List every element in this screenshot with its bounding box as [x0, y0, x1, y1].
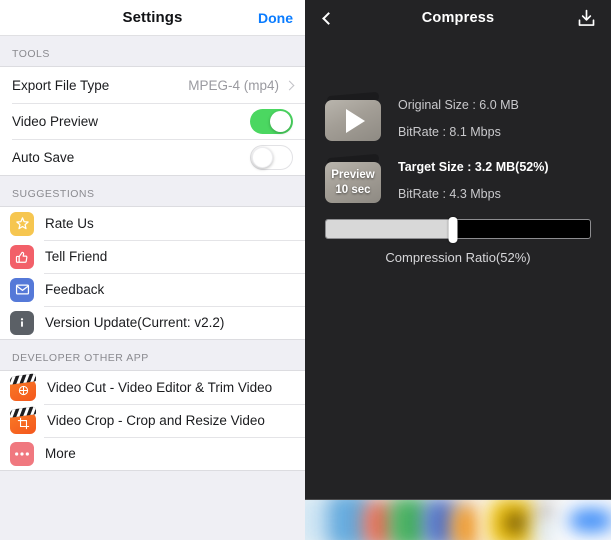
download-icon[interactable]: [575, 7, 597, 29]
row-rate-us[interactable]: Rate Us: [0, 207, 305, 240]
section-header-developer-other-app: DEVELOPER OTHER APP: [0, 340, 305, 370]
target-size-text: Target Size : 3.2 MB(52%): [398, 160, 549, 174]
compression-slider-wrap: Compression Ratio(52%): [305, 217, 611, 265]
row-label: Tell Friend: [45, 249, 108, 264]
row-label: Auto Save: [12, 149, 75, 165]
preview-label-line2: 10 sec: [335, 183, 371, 196]
toggle-knob: [270, 110, 291, 132]
slider-thumb[interactable]: [448, 217, 458, 243]
section-header-suggestions: SUGGESTIONS: [0, 176, 305, 206]
envelope-icon: [10, 277, 34, 302]
row-label: Feedback: [45, 282, 105, 297]
tools-list: Export File Type MPEG-4 (mp4) Video Prev…: [0, 66, 305, 176]
thumbnail-frame: Preview 10 sec: [325, 162, 381, 203]
row-export-file-type[interactable]: Export File Type MPEG-4 (mp4): [0, 67, 305, 103]
blur-blob: [505, 512, 527, 534]
target-video-row: Preview 10 sec Target Size : 3.2 MB(52%)…: [325, 153, 611, 203]
dual-pane-screenshot: Settings Done TOOLS Export File Type MPE…: [0, 0, 611, 540]
original-video-thumbnail[interactable]: [325, 91, 381, 141]
row-label: Video Preview: [12, 113, 99, 129]
settings-screen: Settings Done TOOLS Export File Type MPE…: [0, 0, 305, 540]
preview-video-thumbnail[interactable]: Preview 10 sec: [325, 153, 381, 203]
chevron-left-icon[interactable]: [319, 9, 337, 27]
row-label: Video Cut - Video Editor & Trim Video: [47, 380, 273, 395]
compress-title: Compress: [421, 10, 495, 26]
original-info-lines: Original Size : 6.0 MB BitRate : 8.1 Mbp…: [398, 94, 519, 139]
row-label: Rate Us: [45, 216, 94, 231]
row-video-cut-app[interactable]: Video Cut - Video Editor & Trim Video: [0, 371, 305, 404]
done-button[interactable]: Done: [258, 10, 293, 26]
download-button-blur[interactable]: [569, 509, 611, 532]
auto-save-toggle[interactable]: [250, 144, 293, 170]
video-crop-app-icon: [10, 405, 36, 434]
thumbs-up-icon: [10, 244, 34, 269]
row-video-preview[interactable]: Video Preview: [0, 103, 305, 139]
compress-nav-bar: Compress: [305, 0, 611, 36]
blur-blob: [451, 504, 485, 540]
row-auto-save[interactable]: Auto Save: [0, 139, 305, 175]
compression-ratio-slider[interactable]: [325, 217, 591, 243]
row-video-crop-app[interactable]: Video Crop - Crop and Resize Video: [0, 404, 305, 437]
slider-fill: [326, 220, 453, 238]
row-feedback[interactable]: Feedback: [0, 273, 305, 306]
preview-label-line1: Preview: [331, 168, 375, 181]
more-dots-icon: [10, 441, 34, 466]
row-version-update[interactable]: Version Update(Current: v2.2): [0, 306, 305, 339]
row-tell-friend[interactable]: Tell Friend: [0, 240, 305, 273]
original-video-row: Original Size : 6.0 MB BitRate : 8.1 Mbp…: [325, 91, 611, 141]
original-size-text: Original Size : 6.0 MB: [398, 98, 519, 112]
original-bitrate-text: BitRate : 8.1 Mbps: [398, 125, 501, 139]
suggestions-list: Rate Us Tell Friend Feedback Version Upd…: [0, 206, 305, 340]
developer-apps-list: Video Cut - Video Editor & Trim Video Vi…: [0, 370, 305, 471]
section-header-tools: TOOLS: [0, 36, 305, 66]
target-bitrate-text: BitRate : 4.3 Mbps: [398, 187, 501, 201]
compression-ratio-label: Compression Ratio(52%): [385, 250, 531, 265]
target-info-lines: Target Size : 3.2 MB(52%) BitRate : 4.3 …: [398, 156, 549, 201]
thumbnail-frame: [325, 100, 381, 141]
video-preview-toggle[interactable]: [250, 108, 293, 134]
toggle-knob: [252, 146, 273, 168]
row-label: Version Update(Current: v2.2): [45, 315, 225, 330]
export-file-type-value: MPEG-4 (mp4): [188, 77, 279, 93]
info-icon: [10, 310, 34, 335]
compress-screen: Compress Original Size : 6.0 MB BitRate …: [305, 0, 611, 540]
blurred-bottom-strip: [305, 499, 611, 540]
play-icon: [346, 108, 365, 133]
video-cut-app-icon: [10, 372, 36, 401]
page-title: Settings: [122, 9, 183, 26]
chevron-right-icon: [284, 80, 295, 90]
row-label: More: [45, 446, 76, 461]
settings-nav-bar: Settings Done: [0, 0, 305, 36]
row-label: Export File Type: [12, 77, 110, 93]
row-more[interactable]: More: [0, 437, 305, 470]
row-label: Video Crop - Crop and Resize Video: [47, 413, 265, 428]
star-icon: [10, 211, 34, 236]
compress-info-block: Original Size : 6.0 MB BitRate : 8.1 Mbp…: [305, 36, 611, 203]
